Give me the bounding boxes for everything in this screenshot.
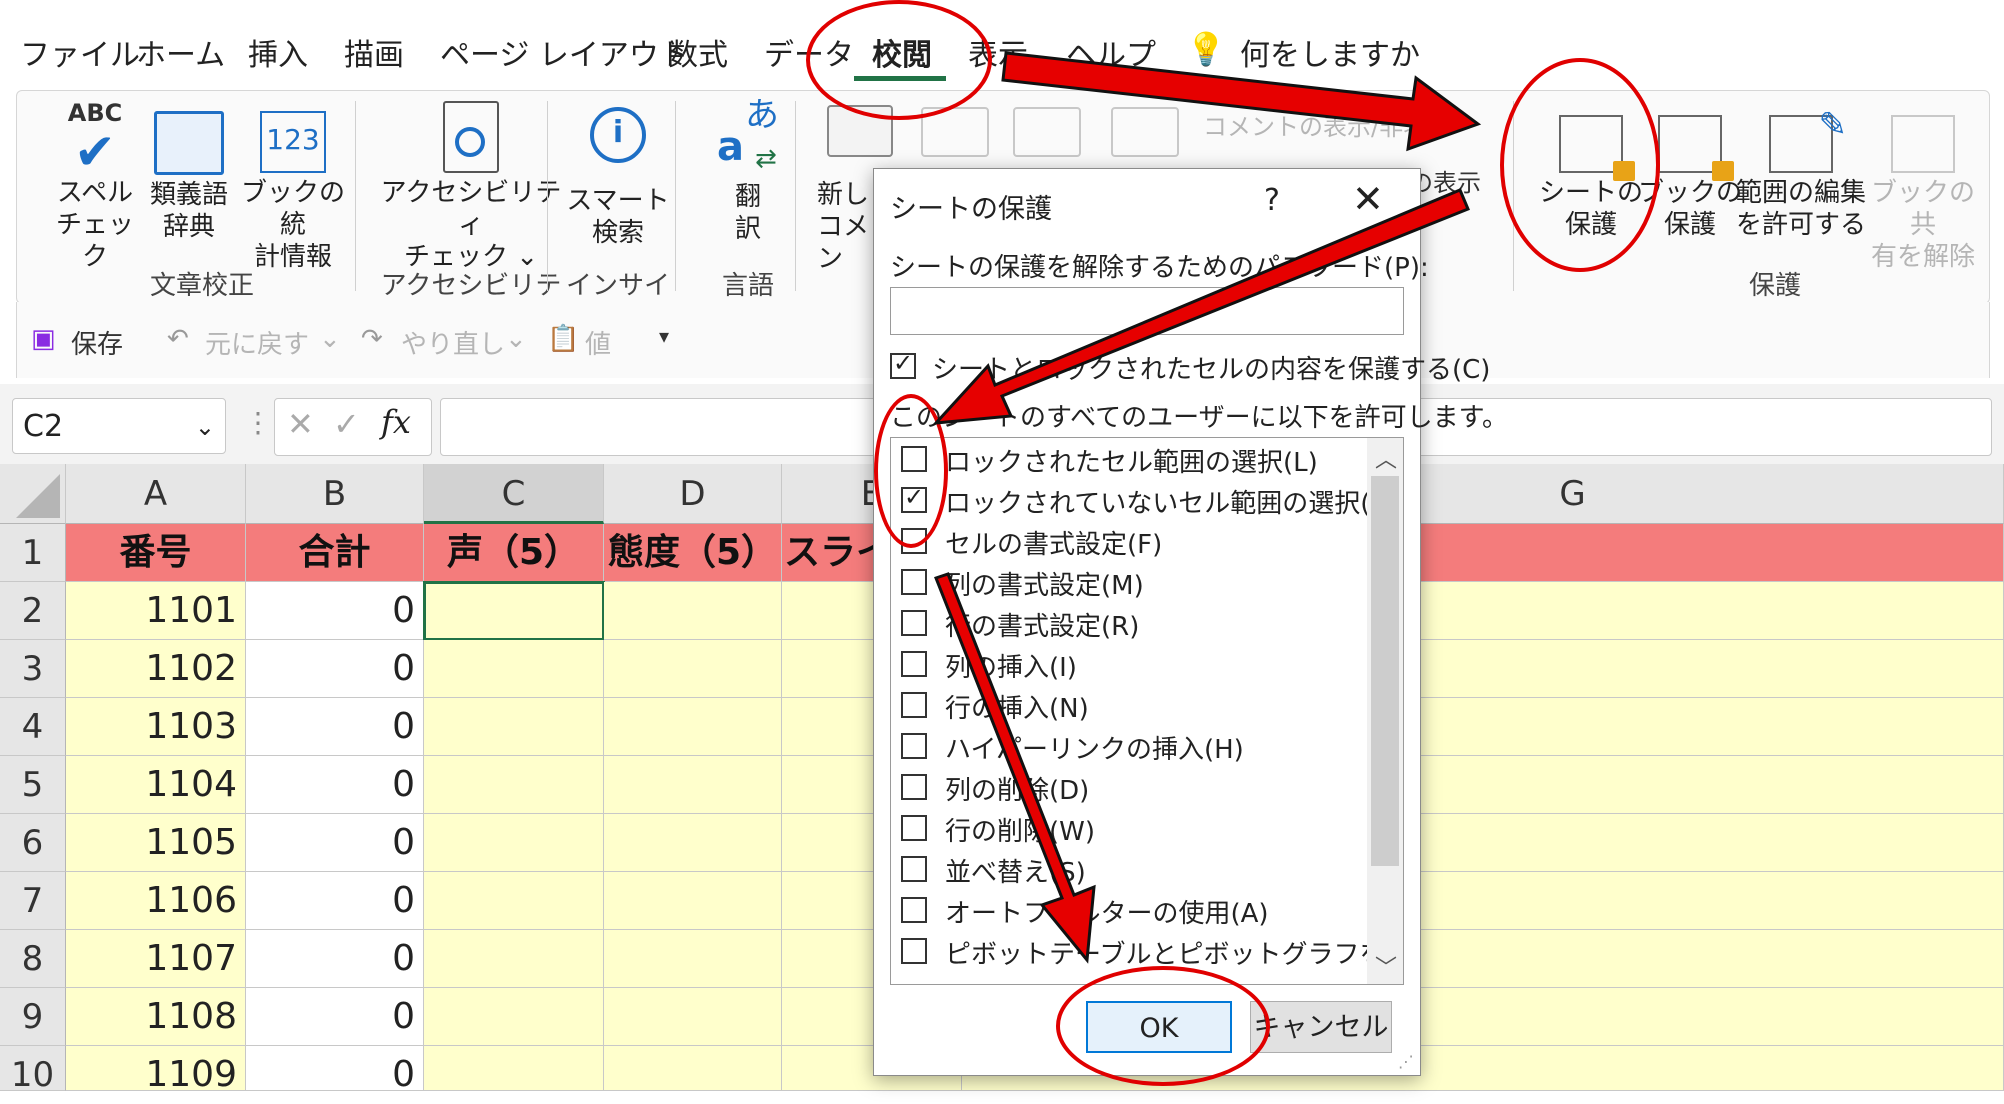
annotation-arrows bbox=[932, 51, 1482, 964]
arrow-checkboxes-to-ok bbox=[934, 572, 1096, 964]
arrow-review-to-protect bbox=[1001, 51, 1482, 152]
arrow-protect-to-checkboxes bbox=[932, 188, 1470, 425]
